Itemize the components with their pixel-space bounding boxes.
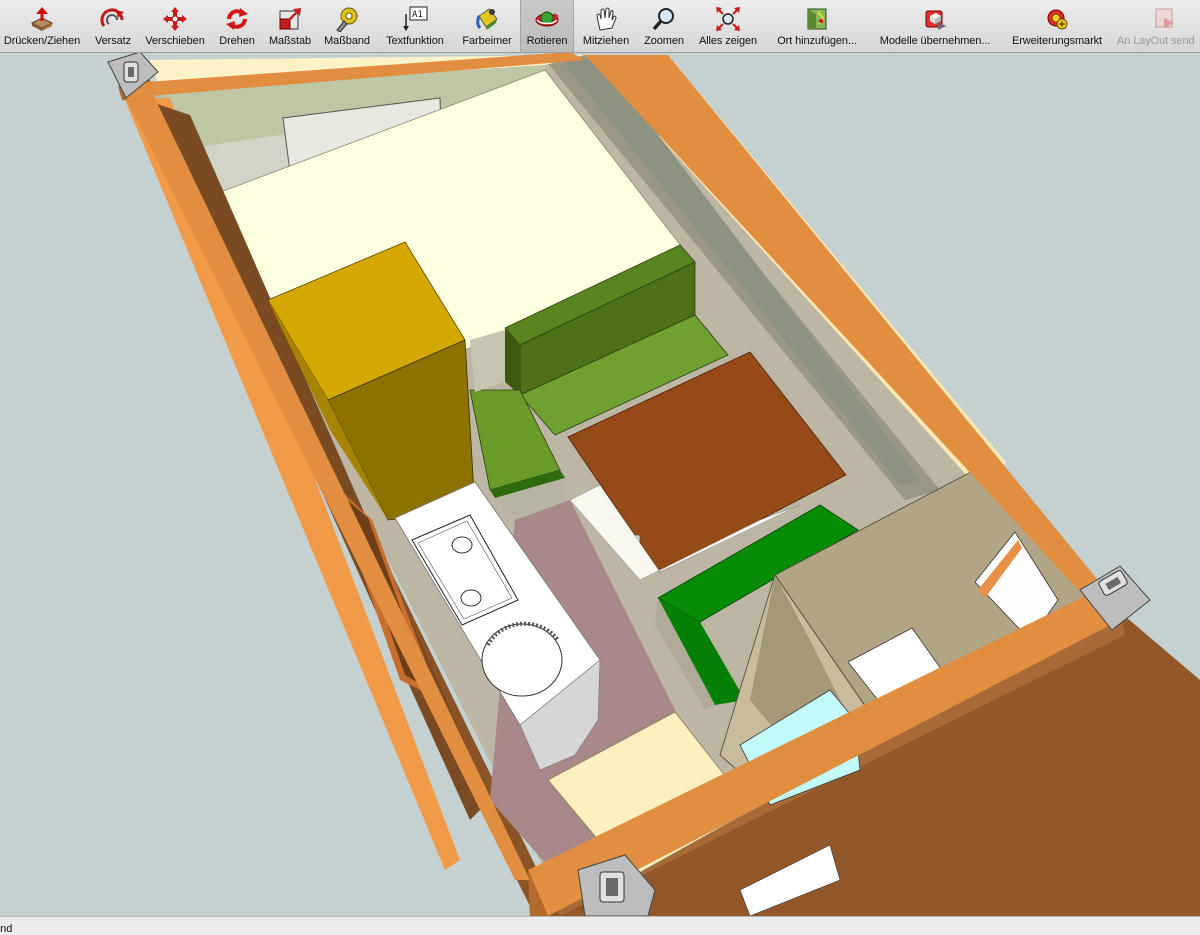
bench-base-left <box>470 330 505 392</box>
tool-label: Maßband <box>324 35 370 47</box>
tool-label: Farbeimer <box>462 35 512 47</box>
orbit-icon <box>535 11 559 27</box>
rotate-icon <box>226 8 248 30</box>
tool-push-pull[interactable]: Drücken/Ziehen <box>0 0 90 52</box>
stove-burner-back <box>451 536 473 554</box>
tool-orbit[interactable]: Rotieren <box>520 0 574 52</box>
zoom-icon <box>652 8 674 31</box>
tool-label: Drehen <box>219 35 255 47</box>
tool-label: Alles zeigen <box>698 35 758 47</box>
tool-zoom-extents[interactable]: Alles zeigen <box>692 0 764 52</box>
tool-label: Rotieren <box>526 35 568 47</box>
tool-move[interactable]: Verschieben <box>140 0 210 52</box>
tool-label: Ort hinzufügen... <box>777 35 857 47</box>
tool-label: Versatz <box>95 35 131 47</box>
pan-hand-icon <box>596 7 617 31</box>
tool-extension-warehouse[interactable]: Erweiterungsmarkt <box>1004 0 1110 52</box>
tool-label: Verschieben <box>145 35 205 47</box>
tool-label: Erweiterungsmarkt <box>1012 35 1102 47</box>
move-icon <box>163 7 187 31</box>
get-models-icon <box>925 10 946 30</box>
tool-tape-measure[interactable]: Maßband <box>320 0 374 52</box>
text-tool-icon: A1 <box>403 6 428 31</box>
tool-pan[interactable]: Mitziehen <box>576 0 636 52</box>
tool-label: Zoomen <box>644 35 684 47</box>
extension-warehouse-icon <box>1047 9 1068 30</box>
tool-rotate[interactable]: Drehen <box>214 0 260 52</box>
tool-label: Textfunktion <box>386 35 444 47</box>
kitchen-sink <box>481 623 563 697</box>
offset-icon <box>100 8 124 27</box>
stove-burner-front <box>460 589 482 607</box>
send-to-layout-icon <box>1155 8 1174 28</box>
push-pull-icon <box>30 7 54 31</box>
tool-text[interactable]: A1 Textfunktion <box>378 0 452 52</box>
tool-label: Mitziehen <box>582 35 630 47</box>
text-tool-glyph: A1 <box>412 10 423 20</box>
tool-label: Drücken/Ziehen <box>3 35 81 47</box>
zoom-extents-icon <box>716 7 740 31</box>
tool-offset[interactable]: Versatz <box>90 0 136 52</box>
tool-label: Modelle übernehmen... <box>879 35 991 47</box>
paint-bucket-icon <box>476 8 498 30</box>
tool-label: Maßstab <box>268 35 312 47</box>
model-viewport[interactable] <box>0 53 1200 916</box>
scale-icon <box>279 8 301 30</box>
status-text: and <box>0 923 13 935</box>
tool-get-models[interactable]: Modelle übernehmen... <box>870 0 1000 52</box>
add-location-icon <box>807 8 827 30</box>
tool-zoom[interactable]: Zoomen <box>640 0 688 52</box>
tool-label: An LayOut send <box>1117 35 1195 47</box>
camper-model <box>107 53 1200 916</box>
tool-scale[interactable]: Maßstab <box>264 0 316 52</box>
tool-paint-bucket[interactable]: Farbeimer <box>456 0 518 52</box>
status-bar: and <box>0 916 1200 935</box>
toolbar: Drücken/Ziehen Versatz Verschieben Drehe… <box>0 0 1200 53</box>
tape-measure-icon <box>336 7 358 32</box>
tool-add-location[interactable]: Ort hinzufügen... <box>768 0 866 52</box>
tool-send-to-layout[interactable]: An LayOut send <box>1114 0 1200 52</box>
